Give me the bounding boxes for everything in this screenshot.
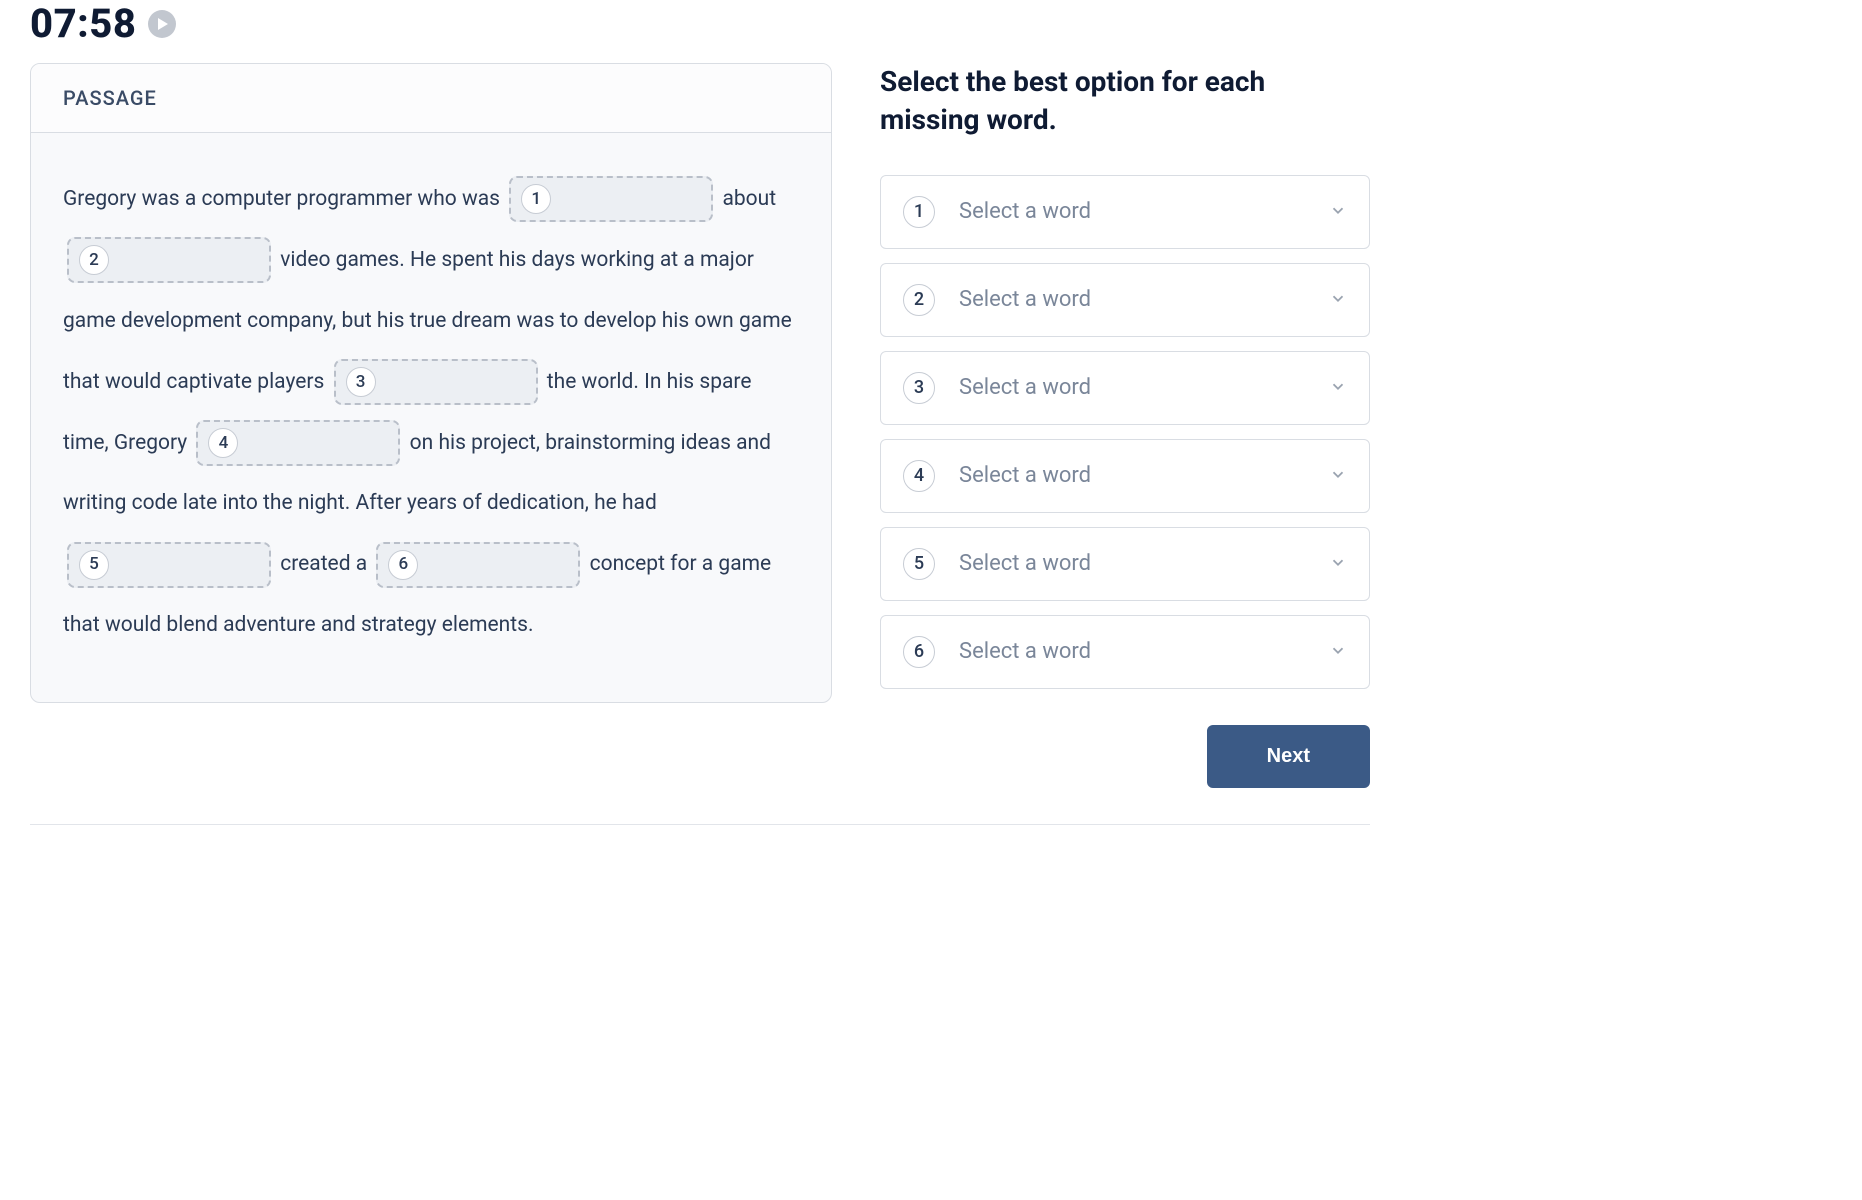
passage-text: Gregory was a computer programmer who wa… (63, 187, 505, 211)
blank-space (428, 556, 568, 574)
select-placeholder: Select a word (959, 463, 1329, 488)
chevron-down-icon (1329, 553, 1347, 575)
blank-3[interactable]: 3 (334, 359, 538, 405)
passage-header: PASSAGE (31, 64, 831, 133)
word-select-4[interactable]: 4 Select a word (880, 439, 1370, 513)
select-placeholder: Select a word (959, 551, 1329, 576)
chevron-down-icon (1329, 641, 1347, 663)
timer-display: 07:58 (30, 0, 136, 47)
select-number: 6 (903, 636, 935, 668)
blank-number: 2 (79, 245, 109, 275)
blank-number: 3 (346, 367, 376, 397)
word-select-2[interactable]: 2 Select a word (880, 263, 1370, 337)
word-select-1[interactable]: 1 Select a word (880, 175, 1370, 249)
blank-space (119, 556, 259, 574)
select-number: 5 (903, 548, 935, 580)
select-number: 4 (903, 460, 935, 492)
word-select-6[interactable]: 6 Select a word (880, 615, 1370, 689)
blank-number: 1 (521, 184, 551, 214)
play-icon (157, 18, 169, 30)
blank-2[interactable]: 2 (67, 237, 271, 283)
blank-space (386, 373, 526, 391)
passage-text: about (722, 187, 776, 211)
select-number: 1 (903, 196, 935, 228)
answer-panel: Select the best option for each missing … (880, 63, 1370, 788)
blank-number: 4 (208, 428, 238, 458)
chevron-down-icon (1329, 377, 1347, 399)
passage-text: created a (280, 552, 372, 576)
blank-4[interactable]: 4 (196, 420, 400, 466)
select-list: 1 Select a word 2 Select a word 3 Select… (880, 175, 1370, 689)
select-number: 3 (903, 372, 935, 404)
instructions: Select the best option for each missing … (880, 63, 1370, 139)
word-select-5[interactable]: 5 Select a word (880, 527, 1370, 601)
blank-6[interactable]: 6 (376, 542, 580, 588)
blank-space (561, 190, 701, 208)
blank-number: 5 (79, 550, 109, 580)
select-placeholder: Select a word (959, 199, 1329, 224)
select-placeholder: Select a word (959, 639, 1329, 664)
passage-title: PASSAGE (63, 86, 157, 110)
blank-5[interactable]: 5 (67, 542, 271, 588)
blank-1[interactable]: 1 (509, 176, 713, 222)
timer-row: 07:58 (30, 0, 1370, 47)
select-number: 2 (903, 284, 935, 316)
next-button[interactable]: Next (1207, 725, 1370, 788)
divider (30, 824, 1370, 825)
word-select-3[interactable]: 3 Select a word (880, 351, 1370, 425)
blank-space (119, 251, 259, 269)
select-placeholder: Select a word (959, 287, 1329, 312)
passage-body: Gregory was a computer programmer who wa… (31, 133, 831, 702)
chevron-down-icon (1329, 201, 1347, 223)
blank-space (248, 434, 388, 452)
select-placeholder: Select a word (959, 375, 1329, 400)
passage-card: PASSAGE Gregory was a computer programme… (30, 63, 832, 703)
blank-number: 6 (388, 550, 418, 580)
chevron-down-icon (1329, 465, 1347, 487)
play-button[interactable] (148, 10, 176, 38)
chevron-down-icon (1329, 289, 1347, 311)
